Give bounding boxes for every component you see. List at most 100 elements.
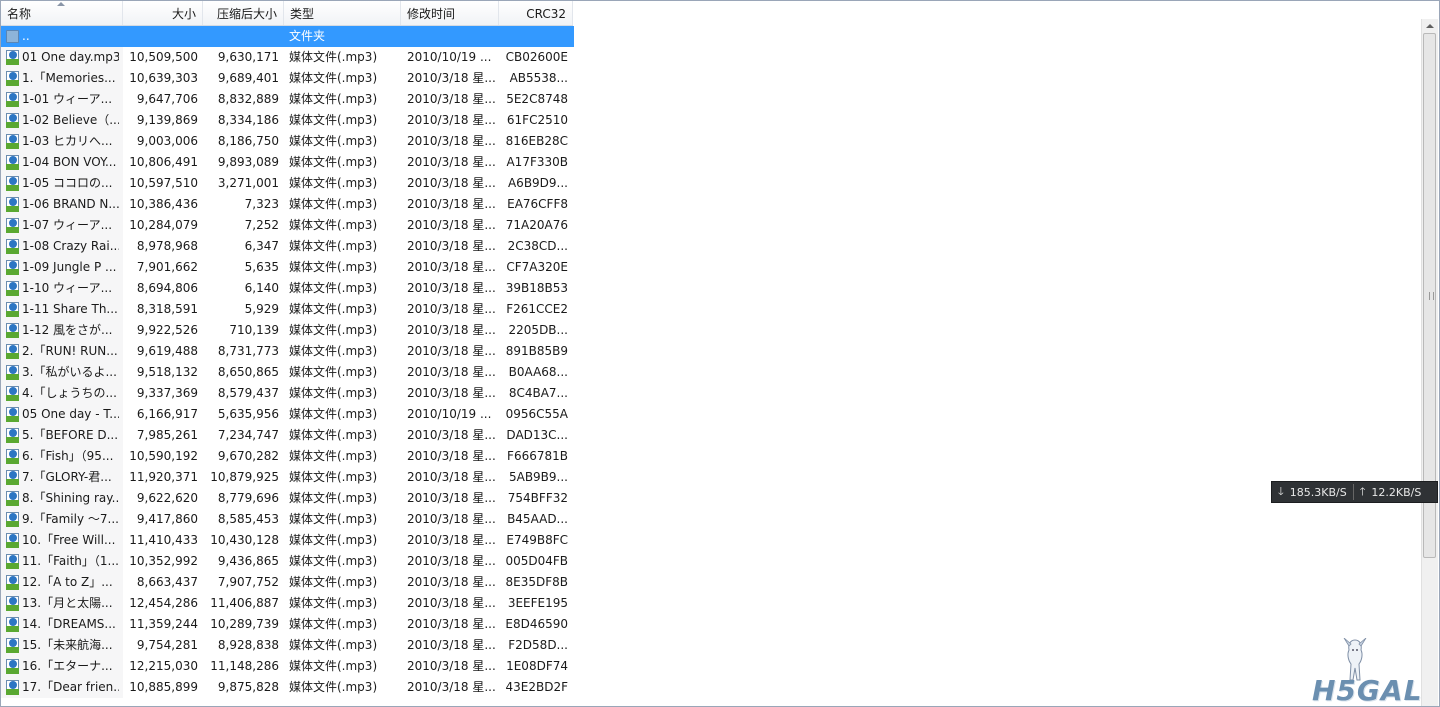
file-type: 媒体文件(.mp3) — [289, 575, 378, 589]
file-row[interactable]: 1-10 ウィーア... 8,694,806 6,140 媒体文件(.mp3) 2010… — [1, 278, 574, 299]
mp3-file-icon — [6, 659, 20, 674]
file-name: 7.「GLORY-君... — [22, 470, 112, 484]
file-row[interactable]: 3.「私がいるよ... 9,518,132 8,650,865 媒体文件(.mp3) 2… — [1, 362, 574, 383]
file-compressed-size: 5,635,956 — [217, 407, 279, 421]
mp3-file-icon — [6, 176, 20, 191]
upload-speed: 🡑 12.2KB/S — [1354, 483, 1428, 502]
file-crc32: B45AAD... — [507, 512, 568, 526]
file-row[interactable]: 6.「Fish」（95... 10,590,192 9,670,282 媒体文件(.m… — [1, 446, 574, 467]
file-row[interactable]: 1-05 ココロの... 10,597,510 3,271,001 媒体文件(.mp3… — [1, 173, 574, 194]
file-type: 媒体文件(.mp3) — [289, 491, 378, 505]
file-size: 6,166,917 — [136, 407, 198, 421]
file-row[interactable]: 5.「BEFORE D... 7,985,261 7,234,747 媒体文件(.mp… — [1, 425, 574, 446]
file-size: 10,509,500 — [129, 50, 198, 64]
file-name: 14.「DREAMS... — [22, 617, 116, 631]
file-crc32: 891B85B9 — [505, 344, 568, 358]
file-row[interactable]: 1-02 Believe（... 9,139,869 8,334,186 媒体文件(.… — [1, 110, 574, 131]
file-row[interactable]: 13.「月と太陽... 12,454,286 11,406,887 媒体文件(.mp3… — [1, 593, 574, 614]
file-size: 9,754,281 — [136, 638, 198, 652]
file-name-cell: 14.「DREAMS... — [1, 614, 123, 635]
file-type: 媒体文件(.mp3) — [289, 323, 378, 337]
file-name: 1-06 BRAND N... — [22, 197, 119, 211]
file-row[interactable]: 8.「Shining ray... 9,622,620 8,779,696 媒体文件(… — [1, 488, 574, 509]
file-row[interactable]: 16.「エターナ... 12,215,030 11,148,286 媒体文件(.mp3… — [1, 656, 574, 677]
file-size: 11,410,433 — [129, 533, 198, 547]
mp3-file-icon — [6, 575, 20, 590]
file-modified: 2010/3/18 星... — [407, 449, 496, 463]
file-row[interactable]: 12.「A to Z」... 8,663,437 7,907,752 媒体文件(.mp… — [1, 572, 574, 593]
file-compressed-size: 8,334,186 — [217, 113, 279, 127]
scrollbar-thumb[interactable] — [1423, 33, 1436, 558]
scroll-up-icon[interactable] — [1426, 24, 1434, 28]
file-row[interactable]: 15.「未来航海... 9,754,281 8,928,838 媒体文件(.mp3) 2… — [1, 635, 574, 656]
network-speed-widget[interactable]: 🡓 185.3KB/S 🡑 12.2KB/S — [1271, 481, 1438, 503]
file-type: 媒体文件(.mp3) — [289, 512, 378, 526]
file-name: 1-01 ウィーア... — [22, 92, 113, 106]
column-header-modified[interactable]: 修改时间 — [401, 1, 499, 25]
column-label-modified: 修改时间 — [407, 7, 456, 21]
file-name-cell: 1-10 ウィーア... — [1, 278, 123, 299]
file-crc32: AB5538... — [509, 71, 568, 85]
file-modified: 2010/3/18 星... — [407, 365, 496, 379]
file-row[interactable]: 2.「RUN! RUN... 9,619,488 8,731,773 媒体文件(.mp… — [1, 341, 574, 362]
file-row[interactable]: 1-12 風をさが... 9,922,526 710,139 媒体文件(.mp3) 20… — [1, 320, 574, 341]
file-crc32 — [499, 26, 573, 47]
watermark-text: H5GAL — [1312, 674, 1423, 707]
file-row[interactable]: 10.「Free Will... 11,410,433 10,430,128 媒体文件… — [1, 530, 574, 551]
file-modified: 2010/3/18 星... — [407, 260, 496, 274]
mp3-file-icon — [6, 470, 20, 485]
file-row[interactable]: 11.「Faith」（1... 10,352,992 9,436,865 媒体文件(.… — [1, 551, 574, 572]
file-crc32: 8C4BA7... — [508, 386, 568, 400]
file-row[interactable]: 1-09 Jungle P ... 7,901,662 5,635 媒体文件(.mp3… — [1, 257, 574, 278]
mp3-file-icon — [6, 302, 20, 317]
column-header-size[interactable]: 大小 — [123, 1, 203, 25]
file-type: 媒体文件(.mp3) — [289, 638, 378, 652]
file-type: 媒体文件(.mp3) — [289, 449, 378, 463]
file-row[interactable]: 9.「Family ～7... 9,417,860 8,585,453 媒体文件(.m… — [1, 509, 574, 530]
file-row[interactable]: 01 One day.mp3 10,509,500 9,630,171 媒体文件(.m… — [1, 47, 574, 68]
file-row[interactable]: 1-07 ウィーア... 10,284,079 7,252 媒体文件(.mp3) 201… — [1, 215, 574, 236]
file-compressed-size: 5,929 — [244, 302, 279, 316]
file-row[interactable]: 1-11 Share Th... 8,318,591 5,929 媒体文件(.mp3)… — [1, 299, 574, 320]
mp3-file-icon — [6, 638, 20, 653]
file-row[interactable]: 1-08 Crazy Rai... 8,978,968 6,347 媒体文件(.mp3… — [1, 236, 574, 257]
file-row[interactable]: 1.「Memories... 10,639,303 9,689,401 媒体文件(.m… — [1, 68, 574, 89]
file-type: 媒体文件(.mp3) — [289, 218, 378, 232]
column-header-crc32[interactable]: CRC32 — [499, 1, 573, 25]
file-name: 1-07 ウィーア... — [22, 218, 113, 232]
file-type: 媒体文件(.mp3) — [289, 470, 378, 484]
file-name: 13.「月と太陽... — [22, 596, 113, 610]
download-speed: 🡓 185.3KB/S — [1272, 483, 1353, 502]
file-modified: 2010/3/18 星... — [407, 113, 496, 127]
file-row[interactable]: 14.「DREAMS... 11,359,244 10,289,739 媒体文件(.m… — [1, 614, 574, 635]
file-row[interactable]: 17.「Dear frien... 10,885,899 9,875,828 媒体文件… — [1, 677, 574, 698]
column-label-type: 类型 — [290, 7, 315, 21]
column-label-compressed-size: 压缩后大小 — [216, 7, 277, 21]
file-row[interactable]: 4.「しょうちの... 9,337,369 8,579,437 媒体文件(.mp3) 2… — [1, 383, 574, 404]
file-name: 1.「Memories... — [22, 71, 116, 85]
file-name: 4.「しょうちの... — [22, 386, 117, 400]
file-type: 媒体文件(.mp3) — [289, 113, 378, 127]
file-type: 媒体文件(.mp3) — [289, 155, 378, 169]
column-header-compressed-size[interactable]: 压缩后大小 — [203, 1, 284, 25]
file-crc32: 39B18B53 — [505, 281, 568, 295]
file-row[interactable]: 7.「GLORY-君... 11,920,371 10,879,925 媒体文件(.m… — [1, 467, 574, 488]
file-row[interactable]: 1-01 ウィーア... 9,647,706 8,832,889 媒体文件(.mp3)… — [1, 89, 574, 110]
parent-folder-row[interactable]: .. 文件夹 — [1, 26, 574, 47]
file-row[interactable]: 1-06 BRAND N... 10,386,436 7,323 媒体文件(.mp3)… — [1, 194, 574, 215]
file-name-cell: 2.「RUN! RUN... — [1, 341, 123, 362]
mp3-file-icon — [6, 386, 20, 401]
file-crc32: 005D04FB — [505, 554, 568, 568]
file-row[interactable]: 05 One day - T... 6,166,917 5,635,956 媒体文件(… — [1, 404, 574, 425]
file-name: 05 One day - T... — [22, 407, 119, 421]
column-header-type[interactable]: 类型 — [284, 1, 401, 25]
file-name: 17.「Dear frien... — [22, 680, 119, 694]
file-row[interactable]: 1-03 ヒカリへ... 9,003,006 8,186,750 媒体文件(.mp3)… — [1, 131, 574, 152]
file-modified: 2010/3/18 星... — [407, 617, 496, 631]
mp3-file-icon — [6, 491, 20, 506]
mp3-file-icon — [6, 323, 20, 338]
vertical-scrollbar[interactable] — [1421, 19, 1438, 706]
file-type: 媒体文件(.mp3) — [289, 680, 378, 694]
file-row[interactable]: 1-04 BON VOY... 10,806,491 9,893,089 媒体文件(.… — [1, 152, 574, 173]
column-header-name[interactable]: 名称 — [1, 1, 123, 25]
